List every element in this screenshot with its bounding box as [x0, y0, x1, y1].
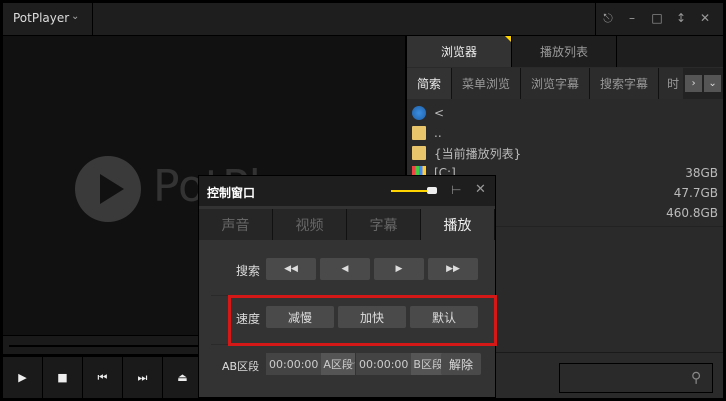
rewind-button[interactable]: ◀ — [320, 258, 370, 280]
subtab-time[interactable]: 时 — [659, 68, 684, 99]
search-input[interactable] — [559, 363, 713, 393]
subtab-simple[interactable]: 简索 — [407, 68, 453, 99]
chevron-down-icon[interactable]: ⌄ — [704, 75, 722, 92]
eject-button[interactable]: ⏏ — [163, 357, 203, 398]
opacity-slider[interactable] — [391, 190, 429, 192]
previous-icon: ⏮ — [97, 370, 108, 384]
tab-playback[interactable]: 播放 — [421, 209, 495, 240]
fast-rewind-button[interactable]: ◀◀ — [266, 258, 316, 280]
eject-icon: ⏏ — [177, 371, 188, 384]
clear-ab-button[interactable]: 解除 — [441, 353, 481, 375]
forward-button[interactable]: ▶ — [374, 258, 424, 280]
previous-button[interactable]: ⏮ — [83, 357, 123, 398]
control-window-title: 控制窗口 — [207, 186, 256, 200]
subtab-menu-browse[interactable]: 菜单浏览 — [452, 68, 522, 99]
close-icon[interactable]: ✕ — [475, 182, 486, 197]
next-icon: ⏭ — [137, 370, 148, 384]
chevron-down-icon[interactable]: ⌄ — [71, 11, 79, 22]
range-separator: ~ — [346, 356, 357, 370]
list-item[interactable]: {当前播放列表} — [412, 143, 718, 163]
fast-forward-icon: ▶▶ — [446, 264, 460, 274]
set-b-point-button[interactable]: B区段 — [411, 353, 445, 375]
app-name[interactable]: PotPlayer — [13, 11, 69, 25]
play-icon: ▶ — [18, 371, 27, 384]
forward-icon: ▶ — [395, 264, 403, 274]
speed-highlight-box — [228, 295, 497, 346]
subtab-search-subtitles[interactable]: 搜索字幕 — [590, 68, 660, 99]
fast-rewind-icon: ◀◀ — [284, 264, 298, 274]
stop-button[interactable]: ■ — [43, 357, 83, 398]
list-item[interactable]: .. — [412, 123, 718, 143]
next-button[interactable]: ⏭ — [123, 357, 163, 398]
list-item[interactable]: < — [412, 103, 718, 123]
stop-icon: ■ — [57, 371, 68, 384]
search-label: 搜索 — [236, 264, 261, 278]
fast-forward-button[interactable]: ▶▶ — [428, 258, 478, 280]
play-button[interactable]: ▶ — [3, 357, 43, 398]
title-bar: PotPlayer ⌄ ⎋ – □ ↕ ✕ — [3, 3, 723, 35]
fullscreen-icon[interactable]: ↕ — [674, 11, 688, 25]
folder-icon — [412, 126, 426, 140]
maximize-icon[interactable]: □ — [650, 11, 664, 25]
tab-playlist[interactable]: 播放列表 — [512, 36, 617, 67]
minimize-icon[interactable]: – — [625, 11, 639, 25]
control-window-header[interactable]: 控制窗口 ⊢ ✕ — [199, 176, 495, 206]
close-icon[interactable]: ✕ — [698, 11, 712, 25]
tab-audio[interactable]: 声音 — [199, 209, 273, 240]
folder-icon — [412, 146, 426, 160]
pin-icon[interactable]: ⊢ — [451, 183, 461, 197]
chevron-right-icon[interactable]: › — [685, 75, 703, 92]
subtab-browse-subtitles[interactable]: 浏览字幕 — [521, 68, 591, 99]
rewind-icon: ◀ — [341, 264, 349, 274]
a-point-time: 00:00:00 — [269, 357, 319, 371]
tab-subtitle[interactable]: 字幕 — [347, 209, 421, 240]
ab-repeat-label: AB区段 — [222, 360, 260, 373]
pin-icon[interactable]: ⎋ — [601, 11, 615, 26]
b-point-field[interactable]: 00:00:00 B区段 — [356, 353, 445, 375]
potplayer-logo-icon — [75, 156, 141, 222]
opacity-slider-thumb[interactable] — [427, 187, 437, 194]
search-icon[interactable]: ⚲ — [691, 370, 717, 386]
tab-video[interactable]: 视频 — [273, 209, 347, 240]
tab-browser[interactable]: 浏览器 — [407, 36, 512, 67]
network-icon — [412, 106, 426, 120]
b-point-time: 00:00:00 — [359, 357, 409, 371]
control-window: 控制窗口 ⊢ ✕ 声音 视频 字幕 播放 搜索 ◀◀ ◀ ▶ ▶▶ 速度 减慢 … — [198, 175, 496, 398]
a-point-field[interactable]: 00:00:00 A区段 — [266, 353, 355, 375]
